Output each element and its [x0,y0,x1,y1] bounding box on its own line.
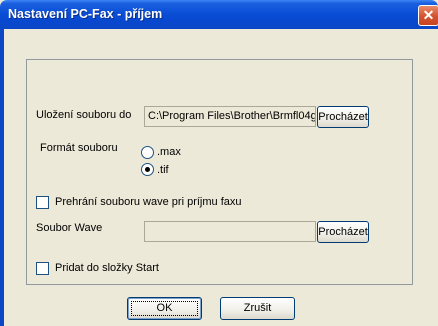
wave-file-label: Soubor Wave [36,222,103,234]
settings-panel [26,59,413,285]
add-to-start-checkbox[interactable] [36,262,49,275]
browse-wave-file-button[interactable]: Procházet [317,221,369,243]
cancel-button[interactable]: Zrušit [220,297,295,320]
close-icon[interactable]: ✕ [418,5,438,26]
format-max-label: .max [157,146,181,158]
window-title: Nastavení PC-Fax - příjem [8,7,163,21]
play-wave-label: Prehrání souboru wave pri príjmu faxu [55,196,242,208]
focus-rectangle [131,301,198,316]
play-wave-checkbox[interactable] [36,196,49,209]
window-frame-left [0,29,4,326]
save-to-label: Uložení souboru do [36,109,132,121]
format-tif-radio[interactable] [141,163,154,176]
browse-save-path-button[interactable]: Procházet [317,106,369,128]
wave-file-field[interactable] [144,221,316,242]
pc-fax-receive-dialog: Nastavení PC-Fax - příjem ✕ Uložení soub… [0,0,438,326]
file-format-label: Formát souboru [40,142,118,154]
radio-selected-dot [145,167,150,172]
title-bar[interactable]: Nastavení PC-Fax - příjem ✕ [0,0,438,29]
format-max-radio[interactable] [141,146,154,159]
add-to-start-label: Pridat do složky Start [55,262,159,274]
save-path-field[interactable]: C:\Program Files\Brother\Brmfl04g\F [144,106,316,127]
format-tif-label: .tif [157,164,169,176]
ok-button[interactable]: OK [127,297,202,320]
